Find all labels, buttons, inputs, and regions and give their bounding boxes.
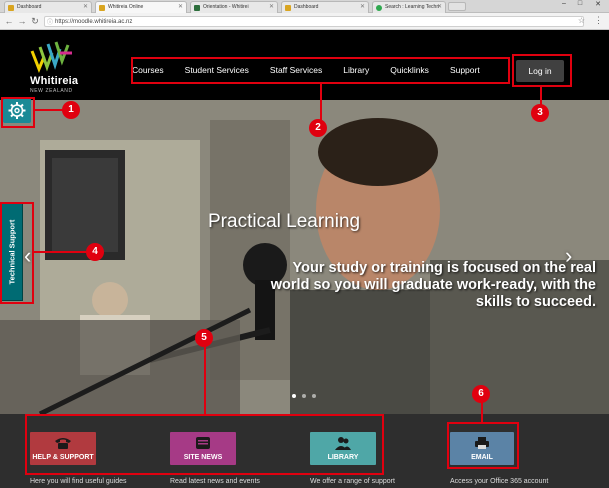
annotation-box-5 [25,414,384,475]
hero-subtitle: Your study or training is focused on the… [270,260,596,310]
tab-close-icon[interactable]: ✕ [83,3,88,10]
sheet-favicon-icon [194,5,200,11]
browser-menu-icon[interactable]: ⋮ [594,15,603,26]
logo-subtitle: NEW ZEALAND [30,88,73,94]
slide-dot[interactable] [312,394,316,398]
logo-mark-icon [30,41,72,74]
back-arrow-icon[interactable]: ← [4,16,14,26]
tab-close-icon[interactable]: ✕ [178,3,183,10]
forward-arrow-icon[interactable]: → [17,16,27,26]
browser-tab-dashboard-2[interactable]: Dashboard ✕ [281,1,369,13]
browser-tab-whitireia-online[interactable]: Whitireia Online ✕ [95,1,187,13]
reload-icon[interactable]: ↻ [30,16,40,26]
bookmark-star-icon[interactable]: ☆ [578,16,585,25]
annotation-badge-3: 3 [531,104,549,122]
logo-name: Whitireia [30,75,79,87]
site-news-description: Read latest news and events [170,478,260,485]
annotation-box-3 [512,54,572,87]
moodle-favicon-icon [8,5,14,11]
url-field[interactable]: ⓘ https://moodle.whitireia.ac.nz [44,16,584,27]
annotation-badge-4: 4 [86,243,104,261]
browser-tab-orientation[interactable]: Orientation - Whitirei ✕ [190,1,278,13]
minimize-icon[interactable]: – [556,0,572,7]
annotation-box-1 [1,97,35,128]
hero-title: Practical Learning [208,211,361,232]
window-close-icon[interactable]: ✕ [590,0,606,8]
annotation-badge-1: 1 [62,101,80,119]
slide-dot[interactable] [302,394,306,398]
maximize-icon[interactable]: □ [572,0,588,7]
moodle-favicon-icon [99,5,105,11]
browser-tab-bar: Dashboard ✕ Whitireia Online ✕ Orientati… [0,0,609,13]
browser-tab-search[interactable]: Search : Learning Techn ✕ [372,1,446,13]
browser-tab-dashboard[interactable]: Dashboard ✕ [4,1,92,13]
annotation-leader-1 [35,109,63,111]
annotation-leader-5 [204,346,206,414]
slide-indicators [292,394,316,398]
annotation-box-2 [131,57,510,84]
new-tab-button[interactable] [448,2,466,11]
tab-close-icon[interactable]: ✕ [269,3,274,10]
help-support-description: Here you will find useful guides [30,478,127,485]
annotation-badge-2: 2 [309,119,327,137]
search-favicon-icon [376,5,382,11]
annotation-badge-5: 5 [195,329,213,347]
tab-close-icon[interactable]: ✕ [437,3,442,10]
tab-close-icon[interactable]: ✕ [360,3,365,10]
whitireia-logo[interactable]: Whitireia NEW ZEALAND [30,39,90,94]
annotation-box-6 [447,422,519,469]
screenshot-root: Dashboard ✕ Whitireia Online ✕ Orientati… [0,0,609,488]
annotation-badge-6: 6 [472,385,490,403]
info-icon: ⓘ [47,20,54,26]
moodle-favicon-icon [285,5,291,11]
annotation-leader-6 [481,402,483,422]
slide-next-arrow-icon[interactable]: › [565,243,572,269]
browser-address-bar: ← → ↻ ⓘ https://moodle.whitireia.ac.nz ☆… [0,13,609,30]
annotation-box-4 [0,202,34,304]
annotation-leader-4 [34,251,86,253]
annotation-leader-2 [320,84,322,120]
slide-dot[interactable] [292,394,296,398]
email-description: Access your Office 365 account [450,478,549,485]
annotation-leader-3 [540,87,542,105]
library-description: We offer a range of support [310,478,395,485]
